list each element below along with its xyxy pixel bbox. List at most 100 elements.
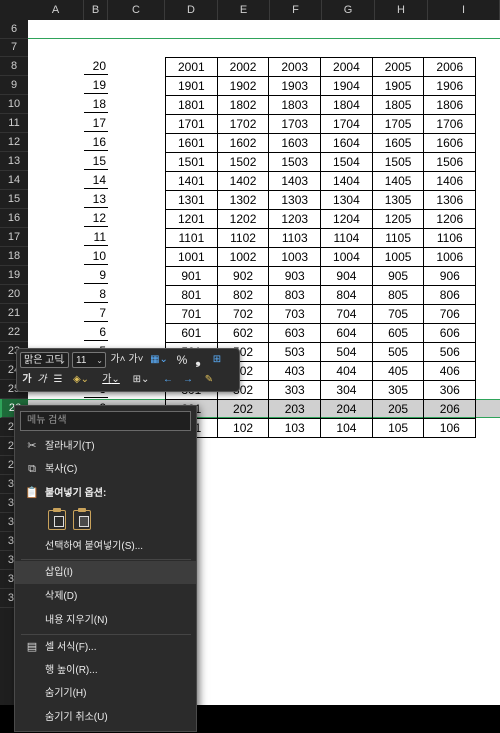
table-cell[interactable]: 1804: [320, 95, 373, 115]
table-cell[interactable]: 1702: [216, 114, 270, 134]
table-cell[interactable]: 805: [371, 285, 425, 305]
table-cell[interactable]: 1201: [165, 209, 218, 229]
table-cell[interactable]: 1703: [268, 114, 322, 134]
table-cell[interactable]: 1505: [371, 152, 425, 172]
cell-b[interactable]: 13: [84, 190, 108, 209]
table-cell[interactable]: 906: [423, 266, 477, 286]
table-cell[interactable]: 1902: [216, 76, 270, 96]
menu-search-input[interactable]: 메뉴 검색: [20, 411, 191, 431]
number-format-icon[interactable]: ▦⌄: [148, 352, 170, 368]
table-cell[interactable]: 2002: [216, 57, 270, 77]
table-cell[interactable]: 1701: [165, 114, 218, 134]
table-cell[interactable]: 203: [268, 399, 322, 419]
menu-item-copy[interactable]: ⧉ 복사(C): [15, 458, 196, 481]
bold-button[interactable]: 가: [21, 372, 33, 388]
table-cell[interactable]: 1606: [423, 133, 477, 153]
menu-item-unhide[interactable]: 숨기기 취소(U): [15, 706, 196, 729]
table-cell[interactable]: 704: [320, 304, 373, 324]
font-size-combo[interactable]: 11 ⌄: [72, 352, 106, 368]
menu-item-hide[interactable]: 숨기기(H): [15, 682, 196, 705]
table-cell[interactable]: 106: [423, 418, 477, 438]
column-header-g[interactable]: G: [322, 0, 375, 20]
table-cell[interactable]: 1402: [216, 171, 270, 191]
row-header-11[interactable]: 11: [0, 114, 28, 133]
borders-icon[interactable]: ⊞⌄: [129, 372, 153, 388]
cell-b[interactable]: 12: [84, 209, 108, 228]
table-cell[interactable]: 1204: [320, 209, 373, 229]
select-all-corner[interactable]: [0, 0, 28, 20]
table-cell[interactable]: 1906: [423, 76, 477, 96]
menu-item-clear-contents[interactable]: 내용 지우기(N): [15, 609, 196, 632]
table-cell[interactable]: 503: [268, 342, 322, 362]
table-cell[interactable]: 602: [216, 323, 270, 343]
table-cell[interactable]: 104: [320, 418, 373, 438]
table-cell[interactable]: 1904: [320, 76, 373, 96]
column-header-b[interactable]: B: [84, 0, 108, 20]
table-cell[interactable]: 1106: [423, 228, 477, 248]
cell-b[interactable]: 16: [84, 133, 108, 152]
table-cell[interactable]: 1404: [320, 171, 373, 191]
table-cell[interactable]: 504: [320, 342, 373, 362]
table-cell[interactable]: 905: [371, 266, 425, 286]
table-cell[interactable]: 903: [268, 266, 322, 286]
table-cell[interactable]: 701: [165, 304, 218, 324]
row-header-13[interactable]: 13: [0, 152, 28, 171]
table-cell[interactable]: 1506: [423, 152, 477, 172]
table-cell[interactable]: 1503: [268, 152, 322, 172]
table-cell[interactable]: 506: [423, 342, 477, 362]
table-cell[interactable]: 1903: [268, 76, 322, 96]
table-cell[interactable]: 902: [216, 266, 270, 286]
row-header-15[interactable]: 15: [0, 190, 28, 209]
table-cell[interactable]: 1706: [423, 114, 477, 134]
table-cell[interactable]: 2006: [423, 57, 477, 77]
table-cell[interactable]: 405: [371, 361, 425, 381]
table-cell[interactable]: 204: [320, 399, 373, 419]
cell-b[interactable]: 7: [84, 304, 108, 323]
table-cell[interactable]: 1406: [423, 171, 477, 191]
table-cell[interactable]: 1405: [371, 171, 425, 191]
table-cell[interactable]: 1501: [165, 152, 218, 172]
table-cell[interactable]: 403: [268, 361, 322, 381]
table-cell[interactable]: 206: [423, 399, 477, 419]
table-cell[interactable]: 1206: [423, 209, 477, 229]
table-cell[interactable]: 1802: [216, 95, 270, 115]
menu-item-insert[interactable]: 삽입(I): [15, 561, 196, 584]
table-cell[interactable]: 606: [423, 323, 477, 343]
table-cell[interactable]: 1605: [371, 133, 425, 153]
table-cell[interactable]: 1805: [371, 95, 425, 115]
table-cell[interactable]: 1004: [320, 247, 373, 267]
table-cell[interactable]: 1401: [165, 171, 218, 191]
row-header-14[interactable]: 14: [0, 171, 28, 190]
table-cell[interactable]: 1304: [320, 190, 373, 210]
table-cell[interactable]: 1403: [268, 171, 322, 191]
table-cell[interactable]: 1905: [371, 76, 425, 96]
align-icon[interactable]: ☰: [51, 372, 65, 388]
cell-b[interactable]: 9: [84, 266, 108, 285]
font-name-combo[interactable]: 맑은 고딕 ⌄: [20, 352, 69, 368]
table-cell[interactable]: 803: [268, 285, 322, 305]
table-cell[interactable]: 1001: [165, 247, 218, 267]
row-header-8[interactable]: 8: [0, 57, 28, 76]
column-header-h[interactable]: H: [375, 0, 428, 20]
table-cell[interactable]: 1006: [423, 247, 477, 267]
table-cell[interactable]: 105: [371, 418, 425, 438]
table-cell[interactable]: 2003: [268, 57, 322, 77]
row-header-7[interactable]: 7: [0, 38, 28, 57]
table-cell[interactable]: 1602: [216, 133, 270, 153]
table-cell[interactable]: 2005: [371, 57, 425, 77]
table-cell[interactable]: 1101: [165, 228, 218, 248]
decrease-decimal-icon[interactable]: ←: [159, 372, 177, 388]
menu-item-cut[interactable]: ✂ 잘라내기(T): [15, 435, 196, 458]
increase-decimal-icon[interactable]: →: [179, 372, 197, 388]
table-cell[interactable]: 1502: [216, 152, 270, 172]
row-header-17[interactable]: 17: [0, 228, 28, 247]
table-cell[interactable]: 1202: [216, 209, 270, 229]
paste-values-icon[interactable]: [73, 508, 91, 530]
row-header-10[interactable]: 10: [0, 95, 28, 114]
row-header-19[interactable]: 19: [0, 266, 28, 285]
table-cell[interactable]: 1705: [371, 114, 425, 134]
menu-item-row-height[interactable]: 행 높이(R)...: [15, 659, 196, 682]
table-cell[interactable]: 1302: [216, 190, 270, 210]
table-cell[interactable]: 1103: [268, 228, 322, 248]
table-cell[interactable]: 605: [371, 323, 425, 343]
